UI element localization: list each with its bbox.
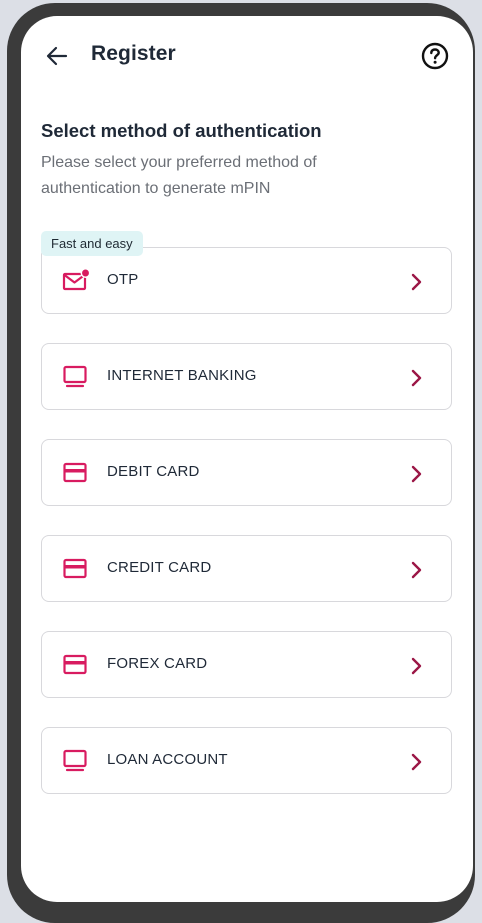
page-title: Register <box>91 42 176 65</box>
option-otp[interactable]: OTP <box>41 247 452 314</box>
section-subtitle: Please select your preferred method of a… <box>41 154 317 197</box>
help-button[interactable] <box>419 40 451 72</box>
section-title: Select method of authentication <box>41 120 322 141</box>
credit-card-icon <box>62 652 90 678</box>
option-label: LOAN ACCOUNT <box>107 751 228 768</box>
option-forex-card[interactable]: FOREX CARD <box>41 631 452 698</box>
chevron-right-icon <box>411 753 422 771</box>
screen: Register Select method of authentication… <box>21 16 473 902</box>
option-label: INTERNET BANKING <box>107 367 257 384</box>
option-label: OTP <box>107 271 139 288</box>
credit-card-icon <box>62 556 90 582</box>
chevron-right-icon <box>411 657 422 675</box>
option-label: FOREX CARD <box>107 655 208 672</box>
monitor-icon <box>62 364 90 390</box>
fast-and-easy-badge: Fast and easy <box>41 231 143 256</box>
option-label: DEBIT CARD <box>107 463 200 480</box>
credit-card-icon <box>62 460 90 486</box>
chevron-right-icon <box>411 369 422 387</box>
back-button[interactable] <box>41 40 73 72</box>
option-loan-account[interactable]: LOAN ACCOUNT <box>41 727 452 794</box>
monitor-icon <box>62 748 90 774</box>
option-debit-card[interactable]: DEBIT CARD <box>41 439 452 506</box>
option-label: CREDIT CARD <box>107 559 212 576</box>
arrow-left-icon <box>46 46 68 66</box>
option-credit-card[interactable]: CREDIT CARD <box>41 535 452 602</box>
option-internet-banking[interactable]: INTERNET BANKING <box>41 343 452 410</box>
chevron-right-icon <box>411 273 422 291</box>
question-circle-icon <box>421 42 449 70</box>
chevron-right-icon <box>411 465 422 483</box>
mail-notification-icon <box>62 268 91 294</box>
chevron-right-icon <box>411 561 422 579</box>
header: Register <box>21 16 473 92</box>
